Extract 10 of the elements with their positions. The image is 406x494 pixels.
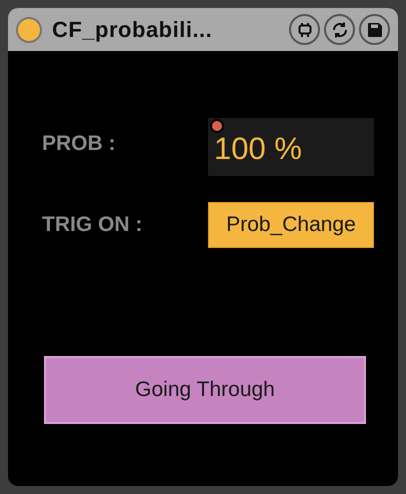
trigger-menu[interactable]: Prob_Change [208,202,374,248]
field-label: TRIG ON : [42,212,142,238]
field-label: PROB : [42,131,116,157]
number-value: 100 % [214,130,302,168]
save-icon[interactable] [359,14,390,45]
power-toggle[interactable] [16,16,42,42]
device-title: CF_probabili... [52,16,214,44]
refresh-icon[interactable] [324,14,355,45]
number-box[interactable]: 100 % [208,118,374,176]
going-through-button[interactable]: Going Through [44,356,366,424]
